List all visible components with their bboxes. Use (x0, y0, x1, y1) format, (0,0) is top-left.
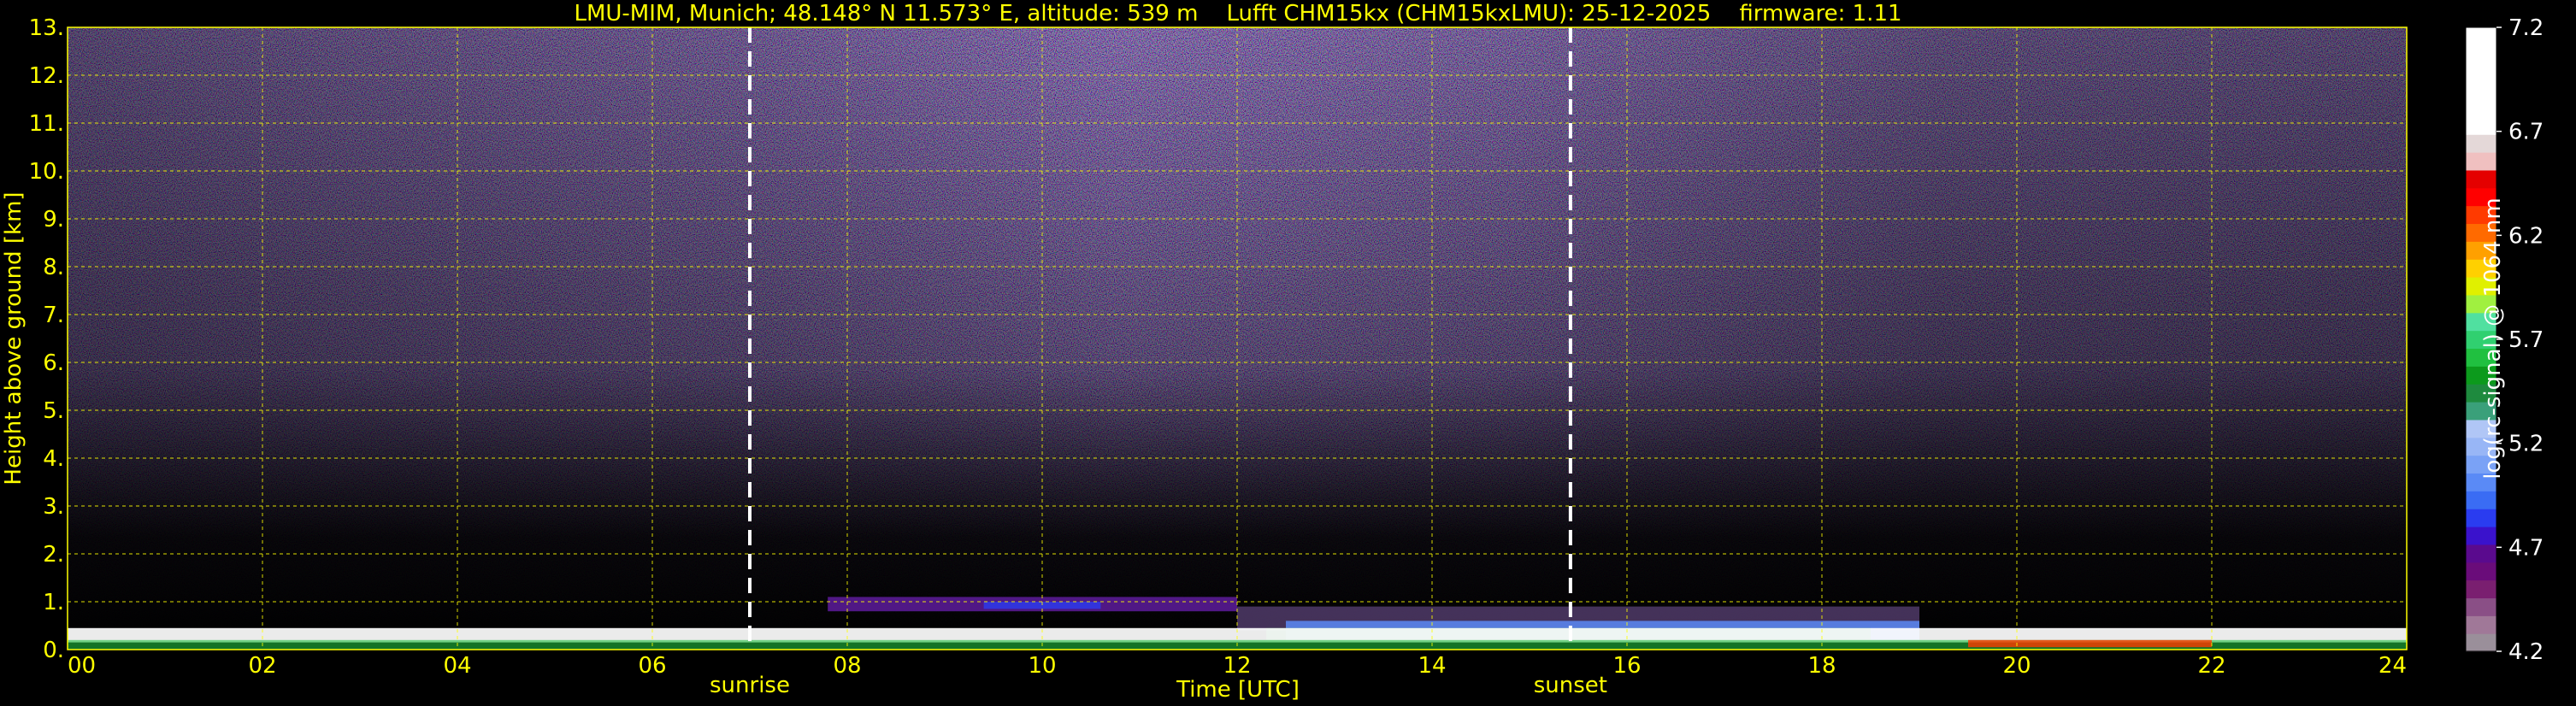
x-tick-label: 12 (1223, 653, 1251, 679)
x-tick-label: 02 (248, 653, 276, 679)
colorbar-tick-label: 5.2 (2508, 432, 2544, 457)
colorbar-segment (2466, 134, 2496, 153)
colorbar-tick-label: 4.2 (2508, 639, 2544, 665)
x-tick-label: 14 (1418, 653, 1446, 679)
colorbar-segment (2466, 27, 2496, 46)
y-tick-label: 4. (43, 446, 64, 472)
colorbar-segment (2466, 580, 2496, 599)
x-tick-label: 18 (1807, 653, 1836, 679)
colorbar-tick-label: 6.2 (2508, 223, 2544, 249)
colorbar-segment (2466, 169, 2496, 189)
colorbar-segment (2466, 98, 2496, 117)
x-axis-label: Time [UTC] (1176, 677, 1300, 703)
y-axis-label: Height above ground [km] (1, 191, 27, 485)
x-tick-label: 22 (2197, 653, 2225, 679)
colorbar-segment (2466, 152, 2496, 171)
colorbar-segment (2466, 633, 2496, 652)
sunrise-label: sunrise (710, 673, 790, 698)
colorbar-segment (2466, 80, 2496, 100)
colorbar-segment (2466, 544, 2496, 563)
colorbar-label: log(rc-signal) @ 1064 nm (2480, 197, 2506, 479)
colorbar-segment (2466, 62, 2496, 82)
y-tick-label: 12. (29, 63, 64, 89)
colorbar-segment (2466, 44, 2496, 64)
y-tick-label: 13. (29, 15, 64, 41)
y-tick-label: 8. (43, 255, 64, 280)
y-tick-label: 6. (43, 350, 64, 376)
x-tick-label: 04 (443, 653, 471, 679)
x-tick-label: 16 (1612, 653, 1641, 679)
y-tick-label: 3. (43, 494, 64, 520)
x-tick-label: 00 (68, 653, 96, 679)
y-tick-label: 1. (43, 590, 64, 615)
y-tick-label: 0. (43, 638, 64, 663)
sunset-label: sunset (1534, 673, 1607, 698)
colorbar-segment (2466, 562, 2496, 581)
y-tick-label: 11. (29, 111, 64, 137)
chart-title: LMU-MIM, Munich; 48.148° N 11.573° E, al… (574, 1, 1901, 26)
surface-layer-red (1968, 639, 2212, 648)
x-tick-label: 06 (638, 653, 666, 679)
colorbar-tick-label: 4.7 (2508, 535, 2544, 561)
colorbar-segment (2466, 509, 2496, 527)
y-tick-label: 10. (29, 159, 64, 185)
colorbar-segment (2466, 527, 2496, 545)
colorbar-tick-label: 5.7 (2508, 327, 2544, 353)
x-tick-label: 20 (2002, 653, 2031, 679)
colorbar-segment (2466, 615, 2496, 634)
colorbar-tick-label: 6.7 (2508, 120, 2544, 145)
colorbar-segment (2466, 491, 2496, 509)
x-tick-label: 24 (2379, 653, 2407, 679)
y-tick-label: 7. (43, 303, 64, 328)
y-tick-label: 2. (43, 542, 64, 568)
ceilometer-chart: sunrise sunset 00 02 04 06 08 10 12 14 16 18 20 22 24… (1, 1, 2544, 703)
y-tick-label: 5. (43, 398, 64, 424)
x-tick-label: 10 (1028, 653, 1056, 679)
colorbar-tick-label: 7.2 (2508, 15, 2544, 41)
colorbar-segment (2466, 597, 2496, 616)
y-tick-label: 9. (43, 207, 64, 232)
colorbar-segment (2466, 116, 2496, 135)
x-tick-label: 08 (833, 653, 861, 679)
